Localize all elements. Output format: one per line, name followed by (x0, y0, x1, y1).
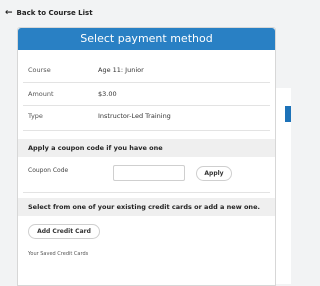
detail-row-type: Type Instructor-Led Training (18, 106, 275, 126)
divider (23, 130, 270, 131)
detail-key: Course (28, 66, 51, 74)
back-to-course-list-link[interactable]: ← Back to Course List (5, 7, 93, 18)
page-title: Select payment method (80, 32, 213, 45)
detail-value: $3.00 (98, 90, 117, 98)
credit-card-section-title: Select from one of your existing credit … (18, 198, 275, 216)
detail-row-course: Course Age 11: Junior (18, 60, 275, 80)
add-credit-card-button[interactable]: Add Credit Card (28, 224, 100, 239)
back-link-label: Back to Course List (16, 9, 93, 17)
background-panel-accent (285, 106, 291, 122)
saved-credit-cards-label: Your Saved Credit Cards (28, 251, 89, 257)
background-panel (275, 88, 291, 284)
detail-key: Amount (28, 90, 54, 98)
detail-key: Type (28, 112, 43, 120)
payment-header: Select payment method (18, 28, 275, 50)
arrow-left-icon: ← (5, 7, 13, 18)
detail-value: Age 11: Junior (98, 66, 144, 74)
coupon-code-label: Coupon Code (28, 167, 69, 174)
apply-coupon-button[interactable]: Apply (196, 166, 232, 181)
detail-value: Instructor-Led Training (98, 112, 171, 120)
coupon-code-input[interactable] (113, 165, 185, 181)
payment-card: Select payment method Course Age 11: Jun… (17, 27, 276, 286)
coupon-section-title: Apply a coupon code if you have one (18, 139, 275, 157)
divider (23, 82, 270, 83)
divider (23, 192, 270, 193)
detail-row-amount: Amount $3.00 (18, 84, 275, 104)
